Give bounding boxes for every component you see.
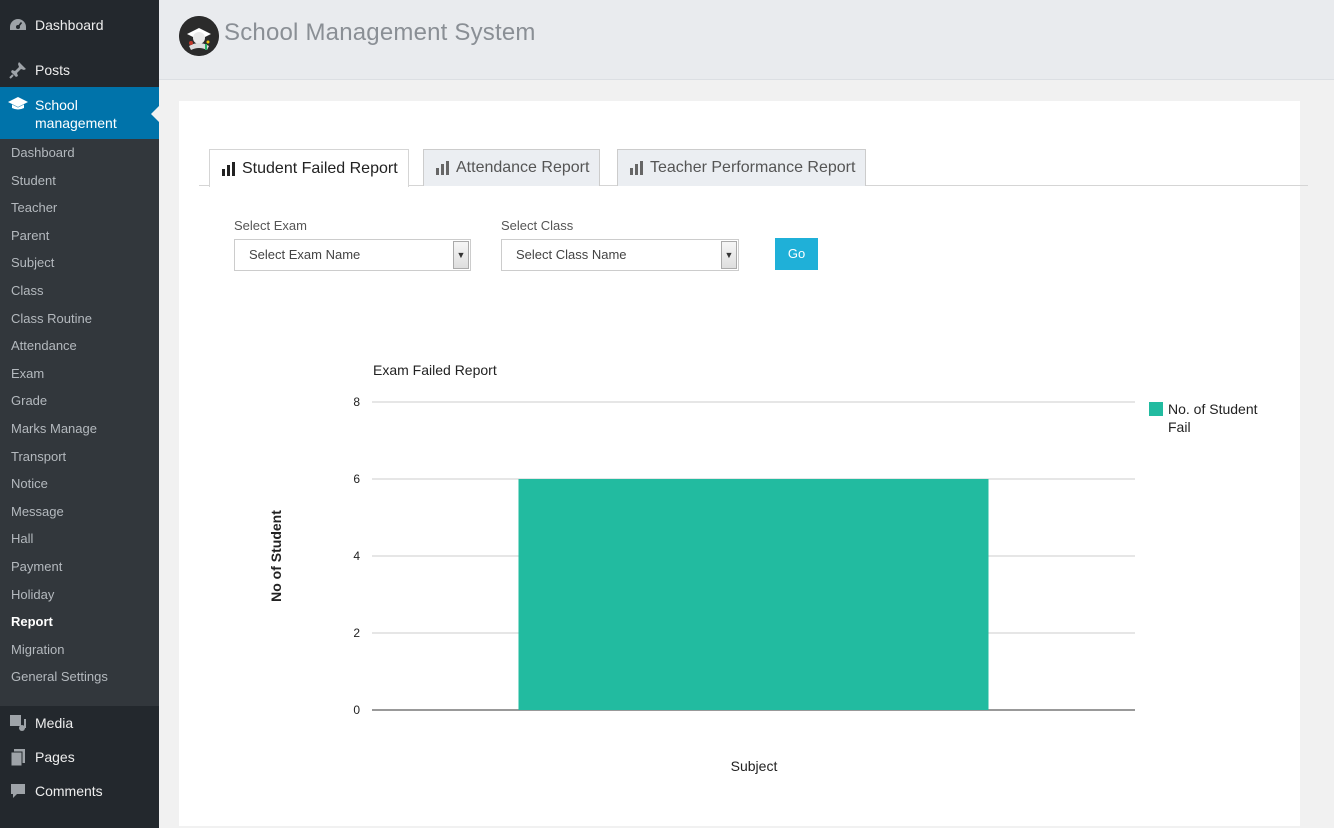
submenu-item-hall[interactable]: Hall <box>0 525 159 553</box>
school-submenu: Dashboard Student Teacher Parent Subject Clas… <box>0 139 159 706</box>
submenu-item-subject[interactable]: Subject <box>0 249 159 277</box>
page-header: School Management System <box>159 0 1334 80</box>
submenu-item-attendance[interactable]: Attendance <box>0 332 159 360</box>
submenu-item-student[interactable]: Student <box>0 167 159 195</box>
menu-dashboard-label: Dashboard <box>35 17 104 33</box>
menu-media-label: Media <box>35 715 74 731</box>
y-tick-label: 4 <box>353 549 360 563</box>
submenu-item-payment[interactable]: Payment <box>0 553 159 581</box>
admin-sidebar: Dashboard Posts School management Dashbo… <box>0 0 159 828</box>
submenu-item-holiday[interactable]: Holiday <box>0 581 159 609</box>
exam-failed-chart: Exam Failed Report 0 2 4 6 8 Subject No of Stud… <box>268 362 1258 774</box>
submenu-item-transport[interactable]: Transport <box>0 443 159 471</box>
menu-comments[interactable]: Comments <box>0 773 159 809</box>
submenu-item-teacher[interactable]: Teacher <box>0 194 159 222</box>
submenu-item-migration[interactable]: Migration <box>0 636 159 664</box>
chart-title: Exam Failed Report <box>373 362 497 378</box>
menu-posts[interactable]: Posts <box>0 52 159 88</box>
media-icon <box>8 714 28 732</box>
menu-pages[interactable]: Pages <box>0 739 159 775</box>
submenu-item-message[interactable]: Message <box>0 498 159 526</box>
pin-icon <box>8 61 28 79</box>
submenu-item-class-routine[interactable]: Class Routine <box>0 305 159 333</box>
submenu-item-class[interactable]: Class <box>0 277 159 305</box>
comment-icon <box>8 782 28 800</box>
menu-pages-label: Pages <box>35 749 75 765</box>
y-tick-label: 8 <box>353 395 360 409</box>
menu-comments-label: Comments <box>35 783 103 799</box>
graduation-cap-icon <box>8 96 28 112</box>
submenu-item-notice[interactable]: Notice <box>0 470 159 498</box>
pages-icon <box>8 748 28 766</box>
submenu-item-grade[interactable]: Grade <box>0 387 159 415</box>
submenu-item-parent[interactable]: Parent <box>0 222 159 250</box>
submenu-item-general-settings[interactable]: General Settings <box>0 663 159 691</box>
submenu-item-dashboard[interactable]: Dashboard <box>0 139 159 167</box>
submenu-item-report[interactable]: Report <box>0 608 159 636</box>
menu-school-management-label: School management <box>35 97 117 131</box>
y-axis-label: No of Student <box>268 510 284 602</box>
y-tick-label: 0 <box>353 703 360 717</box>
report-panel: Student Failed Report Attendance Report … <box>179 101 1308 826</box>
menu-dashboard[interactable]: Dashboard <box>0 7 159 43</box>
legend-label: No. of Student Fail <box>1168 401 1258 435</box>
submenu-item-marks-manage[interactable]: Marks Manage <box>0 415 159 443</box>
app-title: School Management System <box>224 19 536 46</box>
menu-media[interactable]: Media <box>0 705 159 741</box>
school-logo <box>179 16 219 56</box>
y-tick-label: 6 <box>353 472 360 486</box>
bar <box>518 479 989 710</box>
active-arrow <box>151 106 159 122</box>
legend-swatch <box>1149 402 1163 416</box>
y-tick-label: 2 <box>353 626 360 640</box>
x-axis-label: Subject <box>731 758 778 774</box>
submenu-item-exam[interactable]: Exam <box>0 360 159 388</box>
menu-posts-label: Posts <box>35 62 71 78</box>
dashboard-icon <box>8 17 28 33</box>
menu-school-management[interactable]: School management <box>0 87 159 139</box>
